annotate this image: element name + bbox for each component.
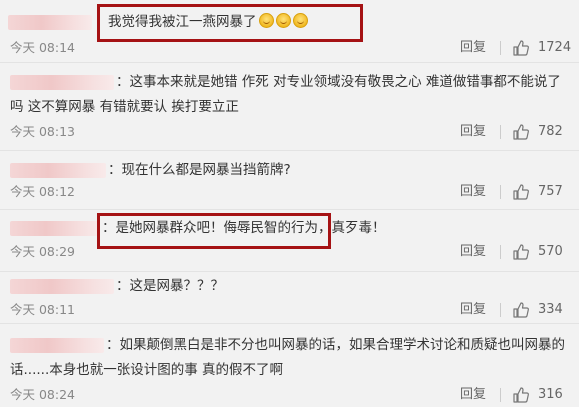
thumbs-up-icon xyxy=(513,124,529,140)
thumbs-up-icon xyxy=(513,244,529,260)
reply-button[interactable]: 回复 xyxy=(460,385,486,405)
reply-button[interactable]: 回复 xyxy=(460,242,486,262)
comment-body: ：现在什么都是网暴当挡箭牌? xyxy=(108,162,291,178)
comment-item: ：这事本来就是她错 作死 对专业领域没有敬畏之心 难道做错事都不能说了 吗 这不… xyxy=(0,62,579,151)
timestamp: 今天 08:14 xyxy=(10,40,75,55)
comment-text: ：这事本来就是她错 作死 对专业领域没有敬畏之心 难道做错事都不能说了 xyxy=(10,72,575,92)
comment-meta: 今天 08:11 回复 334 xyxy=(10,300,575,320)
reply-button[interactable]: 回复 xyxy=(460,300,486,320)
comment-item: ：这是网暴？？？ 今天 08:11 回复 334 xyxy=(0,271,579,324)
timestamp: 今天 08:12 xyxy=(10,184,75,199)
comment-item: ：如果颠倒黑白是非不分也叫网暴的话，如果合理学术讨论和质疑也叫网暴的 话....… xyxy=(0,323,579,407)
timestamp: 今天 08:29 xyxy=(10,244,75,259)
comment-body: ：这事本来就是她错 作死 对专业领域没有敬畏之心 难道做错事都不能说了 xyxy=(116,74,561,90)
divider xyxy=(500,125,501,139)
username-blurred[interactable] xyxy=(10,162,106,178)
timestamp: 今天 08:11 xyxy=(10,302,75,317)
username-blurred[interactable] xyxy=(10,337,104,353)
comment-text-continued: 吗 这不算网暴 有错就要认 挨打要立正 xyxy=(10,99,239,115)
username-blurred[interactable] xyxy=(10,278,114,294)
comment-meta: 今天 08:24 回复 316 xyxy=(10,385,575,405)
comment-item: ：现在什么都是网暴当挡箭牌? 今天 08:12 回复 757 xyxy=(0,150,579,210)
like-count: 570 xyxy=(538,244,563,259)
comment-body: ：这是网暴？？？ xyxy=(116,278,224,294)
comment-text-continued: 话......本身也就一张设计图的事 真的假不了啊 xyxy=(10,362,284,378)
like-count: 782 xyxy=(538,124,563,139)
comment-meta: 今天 08:12 回复 757 xyxy=(10,182,575,202)
highlight-box xyxy=(97,213,331,249)
timestamp: 今天 08:13 xyxy=(10,124,75,139)
divider xyxy=(500,388,501,402)
divider xyxy=(500,41,501,55)
thumbs-up-icon xyxy=(513,184,529,200)
divider xyxy=(500,185,501,199)
comment-item: 我觉得我被江一燕网暴了 今天 08:14 回复 1724 xyxy=(0,0,579,63)
reply-button[interactable]: 回复 xyxy=(460,182,486,202)
comment-text: ：如果颠倒黑白是非不分也叫网暴的话，如果合理学术讨论和质疑也叫网暴的 xyxy=(10,335,575,355)
username-blurred[interactable] xyxy=(10,220,100,236)
like-count: 316 xyxy=(538,387,563,402)
like-count: 757 xyxy=(538,184,563,199)
comment-body: ：如果颠倒黑白是非不分也叫网暴的话，如果合理学术讨论和质疑也叫网暴的 xyxy=(106,337,565,353)
reply-button[interactable]: 回复 xyxy=(460,38,486,58)
thumbs-up-icon xyxy=(513,387,529,403)
reply-button[interactable]: 回复 xyxy=(460,122,486,142)
username-blurred[interactable] xyxy=(8,14,92,30)
comment-text: ：这是网暴？？？ xyxy=(10,276,575,296)
like-count: 1724 xyxy=(538,40,572,55)
divider xyxy=(500,245,501,259)
divider xyxy=(500,303,501,317)
comment-item: ：是她网暴群众吧！侮辱民智的行为，真歹毒！ 今天 08:29 回复 570 xyxy=(0,209,579,272)
comment-meta: 今天 08:13 回复 782 xyxy=(10,122,575,142)
thumbs-up-icon xyxy=(513,40,529,56)
username-blurred[interactable] xyxy=(10,74,114,90)
like-count: 334 xyxy=(538,302,563,317)
thumbs-up-icon xyxy=(513,302,529,318)
comment-list: 我觉得我被江一燕网暴了 今天 08:14 回复 1724 ：这事本来就是她错 作… xyxy=(0,0,579,407)
highlight-box xyxy=(97,4,363,42)
timestamp: 今天 08:24 xyxy=(10,387,75,402)
comment-text: ：现在什么都是网暴当挡箭牌? xyxy=(10,160,575,180)
